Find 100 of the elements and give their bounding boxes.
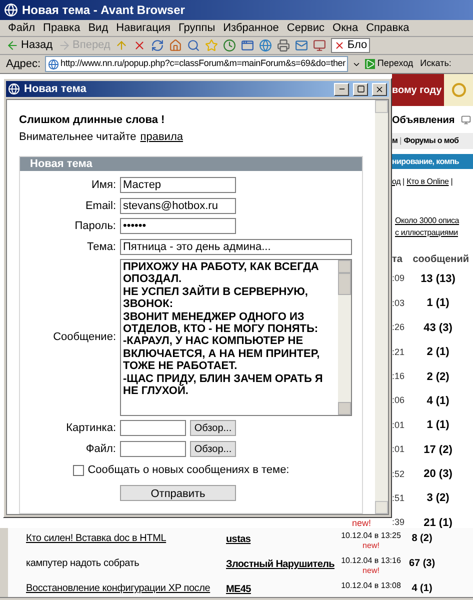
maximize-icon	[356, 85, 364, 93]
rules-link[interactable]: правила	[140, 128, 183, 145]
message-paragraph: -КАРАУЛ, У НАС КОМПЬЮТЕР НЕ ВКЛЮЧАЕТСЯ, А НА НЕМ ПРИНТЕР, ТОЖЕ НЕ РАБОТАЕТ.	[123, 335, 321, 373]
field-label: Имя:	[90, 178, 116, 193]
column-header: сообщений	[412, 253, 469, 267]
input-field[interactable]: Мастер	[120, 177, 236, 194]
window-icon[interactable]	[241, 39, 254, 52]
popup-title: Новая тема	[24, 82, 88, 97]
menu-item[interactable]: Вид	[88, 20, 108, 36]
link[interactable]: Кто в Online	[406, 176, 449, 188]
field-label: Файл:	[84, 442, 116, 456]
input-field[interactable]: ••••••	[120, 218, 236, 234]
refresh-icon[interactable]	[151, 39, 164, 52]
count-cell-text: 20 (3)	[422, 467, 454, 482]
star-icon[interactable]	[205, 39, 218, 52]
time-cell-text: :09	[392, 272, 406, 286]
time-cell-text: :51	[392, 492, 406, 505]
address-field[interactable]: http://www.nn.ru/popup.php?c=classForum&m=mainForum&s=69&do=ther	[44, 56, 348, 72]
banner[interactable]: вому году	[392, 74, 444, 106]
promo-link[interactable]: с иллюстрациями	[395, 227, 473, 239]
search-icon[interactable]	[187, 39, 200, 52]
go-button[interactable]: Переход	[365, 57, 414, 71]
stop-icon[interactable]	[133, 39, 146, 52]
column-header: та	[392, 253, 404, 267]
message-textarea[interactable]	[120, 259, 352, 416]
browser-logo-icon	[4, 3, 18, 17]
menu-item[interactable]: Правка	[43, 20, 80, 36]
nav-link[interactable]: Форумы о моб	[404, 135, 459, 147]
submit-button[interactable]: Отправить	[120, 484, 236, 500]
date-cell: 10.12.04 в 13:16	[341, 556, 401, 566]
maximize-button[interactable]	[353, 82, 368, 96]
time-cell-text: :03	[392, 296, 406, 310]
nav-link[interactable]: м	[392, 135, 398, 147]
count-cell-text: 2 (1)	[426, 345, 450, 360]
count-cell-text: 4 (1)	[410, 582, 434, 596]
topic-link[interactable]: Восстановление конфигурации XP после	[26, 581, 226, 596]
time-cell-text: :21	[392, 346, 406, 359]
topic-link[interactable]: Кто силен! Вставка doc в HTML	[26, 531, 226, 546]
author-link[interactable]: Злостный Нарушитель	[226, 559, 334, 570]
menu-item[interactable]: Навигация	[116, 20, 170, 36]
nav-button[interactable]: Назад	[6, 37, 53, 54]
menu-item[interactable]: Справка	[366, 20, 410, 36]
message-paragraph: ПРИХОЖУ НА РАБОТУ, КАК ВСЕГДА ОПОЗДАЛ.	[123, 261, 320, 286]
count-cell-text: 43 (3)	[422, 320, 454, 336]
time-cell-text: :39	[392, 516, 406, 528]
minimize-button[interactable]	[334, 82, 349, 96]
message-paragraph: -ЩАС ПРИДУ, БЛИН ЗАЧЕМ ОРАТЬ Я НЕ ГЛУХОЙ.	[123, 372, 324, 398]
close-icon	[375, 84, 384, 94]
date-cell: 10.12.04 в 13:08	[341, 581, 401, 591]
ads-tab[interactable]: Объявления	[392, 112, 455, 128]
close-icon	[334, 40, 346, 51]
browse-button[interactable]: Обзор...	[190, 420, 236, 436]
scrollbar[interactable]	[375, 100, 388, 514]
topic-title: кампутер надоть собрать	[26, 557, 140, 571]
message-paragraph: НЕ УСПЕЛ ЗАЙТИ В СЕРВЕРНУЮ, ЗВОНОК:	[123, 286, 309, 311]
new-label: new!	[362, 566, 380, 576]
file-input-field[interactable]	[120, 420, 186, 436]
window-title: Новая тема - Avant Browser	[22, 2, 185, 19]
new-label: new!	[352, 518, 372, 528]
notify-checkbox[interactable]	[72, 464, 84, 476]
clock-icon[interactable]	[223, 39, 236, 52]
error-heading: Слишком длинные слова !	[19, 113, 166, 128]
printer-icon[interactable]	[277, 39, 290, 52]
time-cell-text: :01	[392, 418, 406, 432]
promo-link[interactable]: Около 3000 описа	[395, 215, 473, 227]
forward-arrow-icon	[58, 39, 71, 52]
scrollbar[interactable]	[338, 260, 351, 415]
menu-item[interactable]: Сервис	[286, 20, 325, 36]
time-cell-text: :16	[392, 370, 406, 383]
count-cell-text: 3 (2)	[426, 491, 450, 506]
browse-button[interactable]: Обзор...	[190, 440, 236, 457]
count-cell-text: 21 (1)	[422, 516, 454, 528]
input-field[interactable]: Пятница - это день админа...	[120, 238, 352, 255]
count-cell-text: 4 (1)	[426, 394, 450, 409]
tab-button[interactable]: Бло	[331, 38, 370, 53]
menu-item[interactable]: Избранное	[223, 20, 279, 36]
field-label: Картинка:	[65, 421, 116, 436]
link[interactable]: од	[392, 176, 401, 188]
mail-icon[interactable]	[295, 39, 308, 52]
input-field[interactable]: stevans@hotbox.ru	[120, 198, 236, 214]
menu-item[interactable]: Файл	[8, 20, 36, 36]
file-input-field[interactable]	[120, 440, 186, 457]
author-link[interactable]: ustas	[226, 534, 251, 545]
new-label: new!	[362, 541, 380, 551]
monitor-icon[interactable]	[313, 39, 326, 52]
author-link[interactable]: ME45	[226, 584, 251, 595]
logo-drawing	[444, 74, 473, 106]
page-icon	[8, 83, 20, 95]
count-cell-text: 1 (1)	[426, 296, 450, 312]
menu-item[interactable]: Группы	[178, 20, 216, 36]
count-cell-text: 67 (3)	[408, 557, 436, 571]
search-label: Искать:	[420, 57, 452, 70]
field-label: Сообщение:	[52, 330, 116, 346]
field-label: Email:	[84, 198, 116, 214]
menu-item[interactable]: Окна	[332, 20, 358, 36]
home-icon[interactable]	[169, 39, 182, 52]
close-button[interactable]	[372, 82, 387, 96]
date-cell: 10.12.04 в 13:25	[341, 531, 401, 541]
globe-icon[interactable]	[259, 39, 272, 52]
monitor-icon	[460, 115, 471, 125]
